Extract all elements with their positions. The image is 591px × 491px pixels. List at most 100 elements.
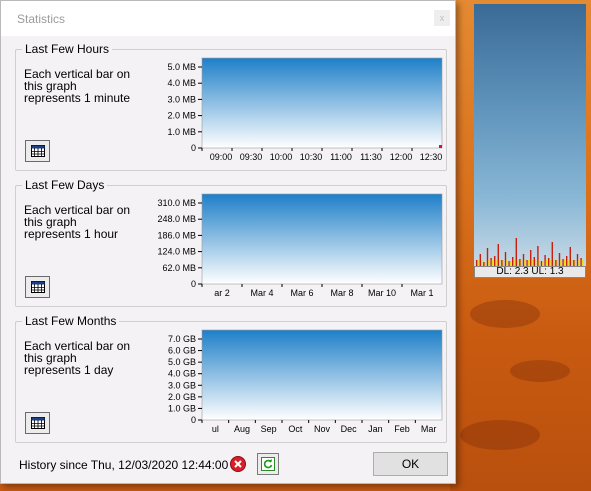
x-tick-label: Mar 4: [250, 288, 273, 298]
x-tick-label: Mar 6: [290, 288, 313, 298]
y-tick-label: 5.0 MB: [167, 62, 196, 72]
background-bar: [497, 244, 499, 266]
latest-data-marker: [439, 145, 442, 148]
background-bar: [479, 254, 481, 266]
y-tick-label: 4.0 GB: [168, 369, 196, 379]
y-tick-label: 1.0 MB: [167, 127, 196, 137]
y-tick-label: 5.0 GB: [168, 357, 196, 367]
months-chart: 7.0 GB 6.0 GB 5.0 GB 4.0 GB 3.0 GB 2.0 GB 1.0 …: [134, 322, 448, 444]
plot-area: [201, 193, 443, 285]
calendar-button[interactable]: [25, 276, 50, 298]
background-bar: [537, 246, 539, 266]
y-tick-label: 1.0 GB: [168, 403, 196, 413]
x-tick-label: 10:00: [270, 152, 293, 162]
y-tick-label: 0: [191, 279, 196, 289]
background-bar: [566, 256, 568, 266]
x-tick-label: ul: [212, 424, 219, 434]
refresh-button[interactable]: [257, 453, 279, 475]
y-tick-label: 3.0 MB: [167, 94, 196, 104]
background-graph-window: [474, 4, 586, 266]
calendar-icon: [30, 417, 45, 429]
background-bar: [522, 254, 525, 266]
x-tick-label: Mar: [421, 424, 437, 434]
background-bar: [544, 255, 546, 266]
ok-button[interactable]: OK: [373, 452, 448, 476]
y-tick-label: 7.0 GB: [168, 334, 196, 344]
desktop-shadow: [460, 420, 540, 450]
calendar-button[interactable]: [25, 140, 50, 162]
title-bar: Statistics x: [1, 1, 455, 36]
x-tick-label: 11:30: [360, 152, 382, 162]
background-bar: [576, 254, 579, 266]
y-tick-label: 0: [191, 415, 196, 425]
background-bar: [562, 259, 564, 266]
hours-chart: 5.0 MB 4.0 MB 3.0 MB 2.0 MB 1.0 MB 0 09:00 09:3…: [134, 50, 448, 172]
refresh-icon: [261, 457, 275, 471]
background-bar: [580, 258, 582, 266]
background-bar: [548, 258, 550, 266]
group-title: Last Few Hours: [22, 42, 113, 56]
background-bar: [494, 256, 496, 266]
plot-area: [201, 329, 443, 421]
group-title: Last Few Months: [22, 314, 120, 328]
group-title: Last Few Days: [22, 178, 108, 192]
y-tick-label: 4.0 MB: [167, 78, 196, 88]
footer: History since Thu, 12/03/2020 12:44:00 O…: [1, 447, 455, 483]
x-tick-label: Aug: [234, 424, 250, 434]
desktop-shadow: [510, 360, 570, 382]
x-tick-label: 12:00: [390, 152, 413, 162]
group-description: Each vertical bar on this graph represen…: [24, 67, 131, 105]
group-description: Each vertical bar on this graph represen…: [24, 203, 131, 241]
background-status-bar: DL: 2.3 UL: 1.3: [474, 266, 586, 278]
statistics-dialog: Statistics x Last Few Hours Each vertica…: [0, 0, 456, 484]
y-tick-label: 186.0 MB: [157, 230, 196, 240]
background-bar: [569, 247, 571, 266]
y-tick-label: 6.0 GB: [168, 346, 196, 356]
x-tick-label: Mar 8: [330, 288, 353, 298]
background-bar: [558, 253, 561, 266]
y-tick-label: 0: [191, 143, 196, 153]
x-tick-label: 11:00: [330, 152, 352, 162]
x-tick-label: Dec: [341, 424, 358, 434]
background-bar: [533, 257, 535, 266]
background-bar: [515, 238, 517, 266]
x-tick-label: Nov: [314, 424, 331, 434]
plot-area: [201, 57, 443, 149]
window-title: Statistics: [17, 12, 66, 26]
calendar-icon: [30, 281, 45, 293]
background-bar: [490, 258, 492, 266]
x-tick-label: Oct: [288, 424, 303, 434]
close-icon[interactable]: x: [434, 10, 450, 26]
history-text: History since Thu, 12/03/2020 12:44:00: [19, 458, 229, 472]
background-traffic-graph: [476, 238, 584, 266]
x-tick-label: Sep: [261, 424, 277, 434]
group-last-few-hours: Last Few Hours Each vertical bar on this…: [15, 42, 448, 172]
x-tick-label: 09:30: [240, 152, 263, 162]
days-chart: 310.0 MB 248.0 MB 186.0 MB 124.0 MB 62.0 MB 0…: [134, 186, 448, 308]
x-tick-label: 09:00: [210, 152, 233, 162]
reset-icon[interactable]: [230, 456, 246, 472]
y-tick-label: 124.0 MB: [157, 247, 196, 257]
background-bar: [530, 250, 532, 266]
y-tick-label: 62.0 MB: [162, 263, 196, 273]
y-tick-label: 2.0 GB: [168, 392, 196, 402]
calendar-button[interactable]: [25, 412, 50, 434]
x-tick-label: ar 2: [214, 288, 230, 298]
x-tick-label: Mar 1: [410, 288, 433, 298]
x-tick-label: Feb: [394, 424, 410, 434]
background-bar: [504, 252, 507, 266]
group-description: Each vertical bar on this graph represen…: [24, 339, 131, 377]
y-tick-label: 2.0 MB: [167, 111, 196, 121]
x-tick-label: 12:30: [420, 152, 443, 162]
calendar-icon: [30, 145, 45, 157]
x-tick-label: 10:30: [300, 152, 323, 162]
y-tick-label: 310.0 MB: [157, 198, 196, 208]
y-tick-label: 248.0 MB: [157, 214, 196, 224]
group-last-few-days: Last Few Days Each vertical bar on this …: [15, 178, 448, 308]
background-bar: [512, 257, 514, 266]
y-tick-label: 3.0 GB: [168, 380, 196, 390]
group-last-few-months: Last Few Months Each vertical bar on thi…: [15, 314, 448, 444]
background-bar: [519, 259, 521, 266]
background-bar: [486, 248, 489, 266]
x-tick-label: Mar 10: [368, 288, 396, 298]
